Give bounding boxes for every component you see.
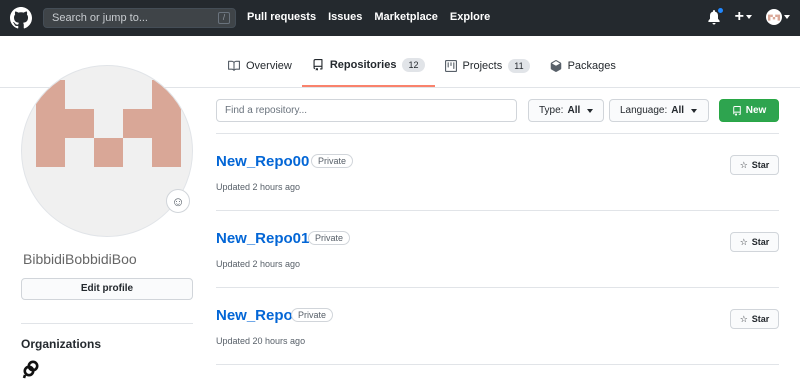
repo-icon <box>732 105 741 116</box>
list-divider <box>216 364 779 365</box>
user-menu-dropdown[interactable] <box>766 9 790 25</box>
nav-explore[interactable]: Explore <box>450 11 490 23</box>
tab-label: Packages <box>567 60 616 72</box>
main-nav: Pull requests Issues Marketplace Explore <box>247 11 490 23</box>
tab-overview[interactable]: Overview <box>218 52 302 87</box>
tab-projects[interactable]: Projects 11 <box>435 52 540 87</box>
star-label: Star <box>751 160 770 170</box>
star-button[interactable]: ☆ Star <box>730 155 779 175</box>
header-actions: + <box>707 7 790 25</box>
profile-avatar <box>21 65 193 237</box>
avatar <box>766 9 782 25</box>
search-shortcut-hint: / <box>218 12 230 24</box>
identicon-icon <box>768 14 780 21</box>
star-icon: ☆ <box>739 236 748 247</box>
repo-link[interactable]: New_Repo01 <box>216 230 309 247</box>
chevron-down-icon <box>784 15 790 19</box>
repo-updated-time: Updated 2 hours ago <box>216 182 301 192</box>
organization-logo-icon[interactable] <box>21 359 41 379</box>
list-item: New_Repo01 Private Updated 2 hours ago ☆… <box>216 230 779 306</box>
tab-label: Projects <box>462 60 503 72</box>
search-placeholder: Search or jump to... <box>52 12 148 24</box>
notification-indicator <box>716 7 724 14</box>
repo-link[interactable]: New_Repo <box>216 307 293 324</box>
identicon-image <box>36 80 181 167</box>
organizations-heading: Organizations <box>21 337 102 351</box>
list-divider <box>216 133 779 134</box>
repo-link[interactable]: New_Repo00 <box>216 153 309 170</box>
repo-count-badge: 12 <box>402 58 425 72</box>
book-icon <box>228 60 240 72</box>
nav-marketplace[interactable]: Marketplace <box>374 11 438 23</box>
type-filter-dropdown[interactable]: Type: All <box>528 99 604 122</box>
star-button[interactable]: ☆ Star <box>730 309 779 329</box>
top-header: Search or jump to... / Pull requests Iss… <box>0 0 800 36</box>
star-label: Star <box>751 314 770 324</box>
star-icon: ☆ <box>739 159 748 170</box>
plus-icon: + <box>734 8 744 25</box>
new-repository-button[interactable]: New <box>719 99 779 122</box>
language-filter-value: All <box>671 105 685 116</box>
search-input[interactable]: Search or jump to... / <box>43 8 236 28</box>
tab-label: Overview <box>246 60 292 72</box>
type-filter-label: Type: <box>539 105 564 116</box>
repo-updated-time: Updated 20 hours ago <box>216 336 306 346</box>
profile-tabs: Overview Repositories 12 Projects 11 Pac… <box>218 52 626 87</box>
chevron-down-icon <box>587 108 594 113</box>
project-count-badge: 11 <box>508 59 530 73</box>
star-button[interactable]: ☆ Star <box>730 232 779 252</box>
nav-pull-requests[interactable]: Pull requests <box>247 11 316 23</box>
profile-username: BibbidiBobbidiBoo <box>23 251 137 267</box>
list-item: New_Repo00 Private Updated 2 hours ago ☆… <box>216 153 779 229</box>
visibility-badge: Private <box>308 231 351 245</box>
list-item: New_Repo Private Updated 20 hours ago ☆ … <box>216 307 779 383</box>
smiley-icon: ☺ <box>171 193 185 209</box>
language-filter-dropdown[interactable]: Language: All <box>609 99 709 122</box>
tab-repositories[interactable]: Repositories 12 <box>301 52 435 87</box>
sidebar-divider <box>21 323 193 324</box>
chevron-down-icon <box>691 108 698 113</box>
find-repository-input[interactable]: Find a repository... <box>216 99 517 122</box>
visibility-badge: Private <box>311 154 354 168</box>
project-icon <box>444 60 457 72</box>
list-divider <box>216 287 779 288</box>
repo-updated-time: Updated 2 hours ago <box>216 259 301 269</box>
package-icon <box>550 60 561 72</box>
tab-label: Repositories <box>329 59 397 71</box>
edit-profile-button[interactable]: Edit profile <box>21 278 193 300</box>
visibility-badge: Private <box>291 308 334 322</box>
nav-issues[interactable]: Issues <box>328 11 362 23</box>
star-label: Star <box>751 237 770 247</box>
repo-icon <box>313 59 323 71</box>
new-button-label: New <box>745 105 767 116</box>
type-filter-value: All <box>567 105 581 116</box>
star-icon: ☆ <box>739 313 748 324</box>
create-new-dropdown[interactable]: + <box>735 9 752 25</box>
chevron-down-icon <box>746 15 752 19</box>
github-logo-icon[interactable] <box>10 7 32 29</box>
list-divider <box>216 210 779 211</box>
language-filter-label: Language: <box>620 105 668 116</box>
notifications-button[interactable] <box>707 7 724 25</box>
set-status-button[interactable]: ☺ <box>166 189 190 213</box>
tab-packages[interactable]: Packages <box>540 52 626 87</box>
